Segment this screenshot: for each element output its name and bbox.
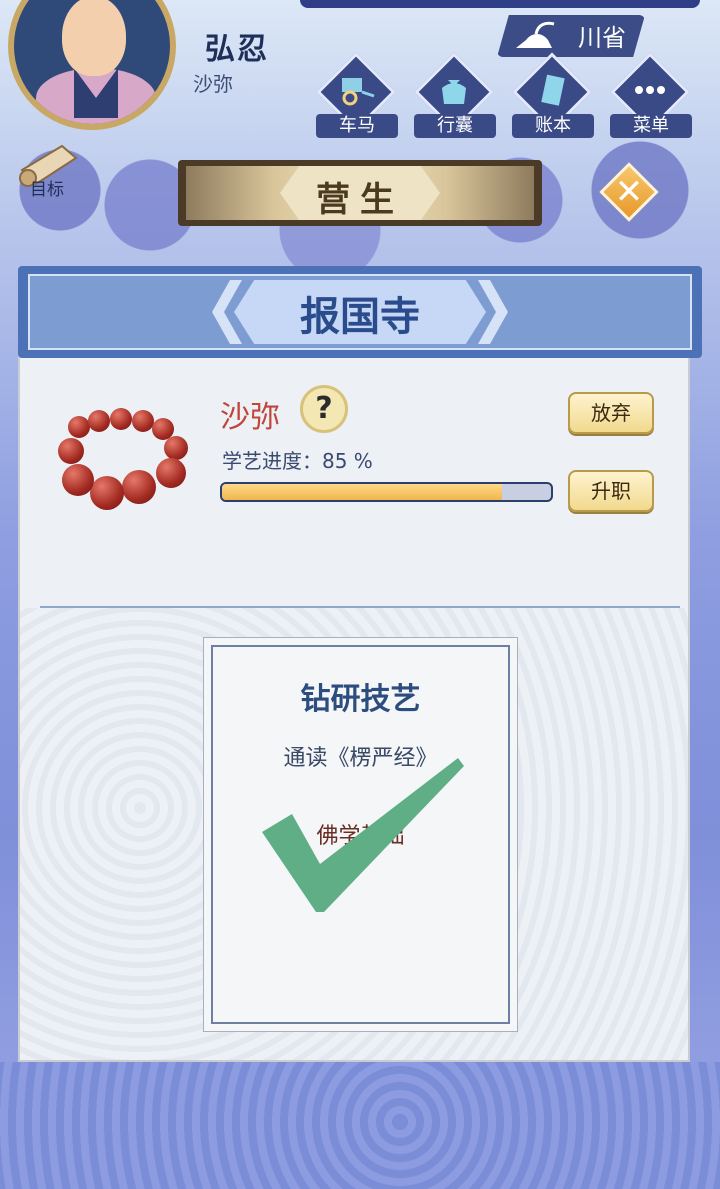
task-card-title: 钻研技艺 (300, 682, 421, 717)
player-rank: 沙弥 (193, 72, 233, 96)
ledger-icon (541, 74, 565, 106)
section-divider (40, 606, 680, 608)
nav-ledger-label: 账本 (512, 114, 594, 138)
checkmark-icon (262, 758, 464, 912)
nav-bundle-label: 行囊 (414, 114, 496, 138)
nav-bundle-button[interactable]: 行囊 (414, 52, 496, 138)
bottom-pattern (0, 1062, 720, 1189)
prayer-beads-icon (56, 408, 196, 518)
abandon-button[interactable]: 放弃 (568, 392, 654, 434)
nav-cart-label: 车马 (316, 114, 398, 138)
promote-button[interactable]: 升职 (568, 470, 654, 512)
goal-label: 目标 (30, 180, 64, 200)
job-title: 沙弥 (220, 400, 280, 435)
top-strip (300, 0, 700, 8)
nav-menu-button[interactable]: 菜单 (610, 52, 692, 138)
progress-label: 学艺进度：85 % (222, 449, 373, 473)
nav-ledger-button[interactable]: 账本 (512, 52, 594, 138)
nav-menu-label: 菜单 (610, 114, 692, 138)
temple-name: 报国寺 (300, 294, 420, 340)
nav-cart-button[interactable]: 车马 (316, 52, 398, 138)
location-label: 川省 (578, 24, 626, 52)
screen-title: 营生 (316, 180, 404, 220)
close-icon: ✕ (614, 172, 644, 212)
bundle-icon (442, 80, 466, 104)
progress-bar (220, 482, 553, 502)
progress-bar-fill (222, 484, 502, 500)
cart-icon (342, 78, 375, 106)
close-button[interactable]: ✕ (599, 162, 659, 222)
avatar-face (62, 0, 126, 76)
player-name: 弘忍 (205, 32, 269, 67)
more-icon (635, 86, 665, 94)
help-button[interactable]: ? (300, 385, 348, 433)
iron-icon (516, 21, 555, 48)
